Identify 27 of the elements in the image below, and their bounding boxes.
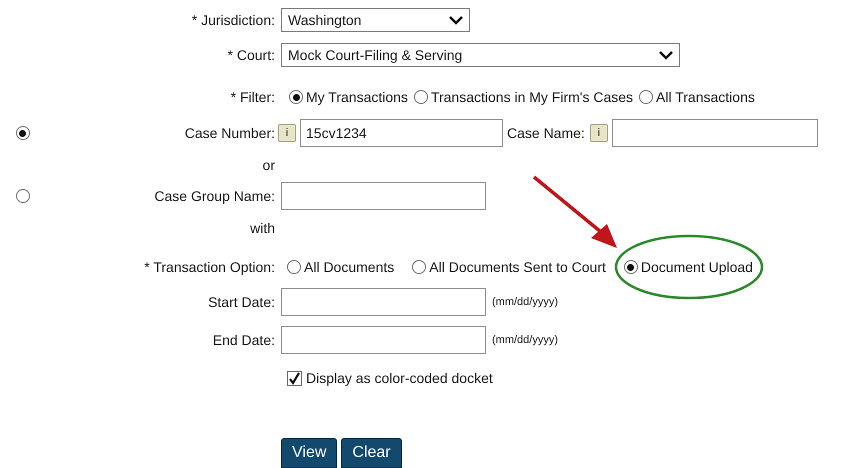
field-label: * Jurisdiction: — [190, 12, 276, 28]
radio-option[interactable]: Document Upload — [624, 259, 753, 275]
radio-option[interactable]: Transactions in My Firm's Cases — [414, 89, 634, 105]
radio-option[interactable]: My Transactions — [289, 89, 408, 105]
info-icon[interactable]: i — [590, 124, 608, 142]
field-label: Case Group Name: — [153, 188, 276, 204]
form-button[interactable]: View — [281, 438, 338, 468]
radio-option[interactable]: All Documents — [287, 259, 394, 275]
date-format-hint: (mm/dd/yyyy) — [492, 334, 558, 346]
radio-option[interactable]: All Documents Sent to Court — [412, 259, 606, 275]
or-text: or — [262, 157, 276, 173]
info-icon[interactable]: i — [278, 124, 296, 142]
case-number-field[interactable]: 15cv1234 — [300, 119, 503, 147]
with-text: with — [249, 220, 276, 236]
field-label: Start Date: — [207, 294, 276, 310]
court-select[interactable]: Mock Court-Filing & Serving — [281, 43, 680, 67]
jurisdiction-select[interactable]: Washington — [281, 8, 470, 32]
checkbox-label: Display as color-coded docket — [306, 370, 493, 386]
date-format-hint: (mm/dd/yyyy) — [492, 296, 558, 308]
form-button[interactable]: Clear — [341, 438, 402, 468]
field-label: * Transaction Option: — [143, 259, 276, 275]
field-label: End Date: — [212, 332, 276, 348]
field-label: * Filter: — [230, 89, 276, 105]
field-label: Case Number: — [184, 125, 276, 141]
field-label: * Court: — [226, 47, 276, 63]
radio-option[interactable]: All Transactions — [639, 89, 755, 105]
field-label: Case Name: — [507, 125, 585, 141]
